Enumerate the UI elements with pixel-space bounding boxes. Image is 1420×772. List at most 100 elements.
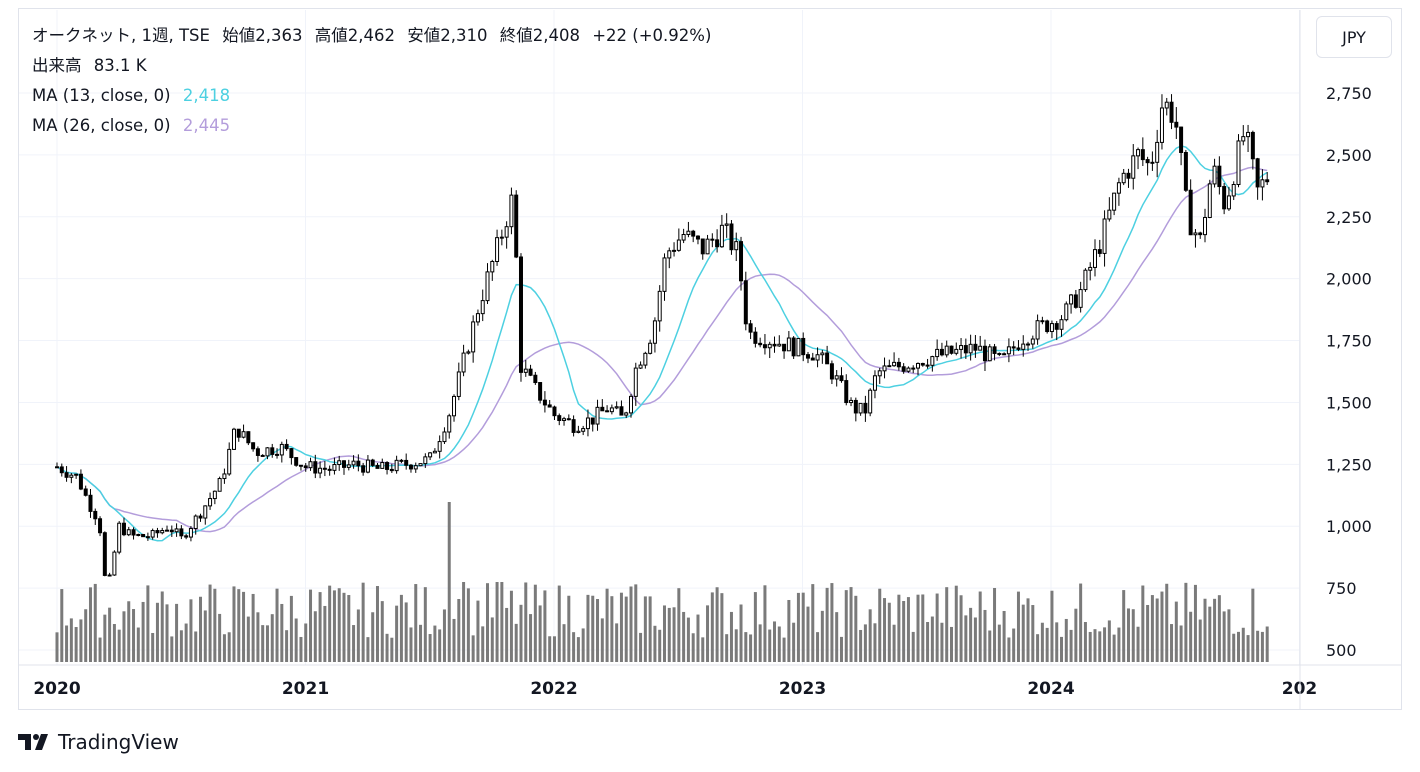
tradingview-brand[interactable]: TradingView [18,730,179,754]
candle-body [131,529,136,536]
candle-body [987,346,992,362]
candle-body [968,343,973,354]
volume-bar [983,609,987,662]
volume-bar [576,637,580,662]
volume-bar [1131,609,1135,662]
volume-bar [825,587,829,662]
candle-body [600,406,605,412]
y-tick-label: 2,000 [1326,270,1372,289]
y-tick-label: 1,250 [1326,455,1372,474]
candle-body [1049,323,1054,333]
candle-body [437,441,442,452]
candle-body [59,466,64,474]
volume-bar [552,636,556,662]
volume-bar [921,594,925,662]
candle-body [815,354,820,361]
candle-body [169,529,174,533]
candle-body [399,459,404,462]
volume-bar [304,623,308,662]
volume-bar [1208,606,1212,662]
candle-body [255,448,260,456]
candle-body [1164,101,1169,109]
candle-body [145,536,150,539]
volume-bar [165,604,169,662]
volume-bar [538,605,542,662]
candle-body [605,410,610,413]
ma13-line [56,145,1268,542]
currency-button[interactable]: JPY [1316,16,1392,58]
volume-bar [1256,630,1260,662]
volume-bar [706,605,710,662]
candle-body [1217,165,1222,188]
candle-body [552,406,557,417]
volume-bar [289,595,293,662]
candle-body [1045,320,1050,333]
brand-name: TradingView [58,730,179,754]
candle-body [475,313,480,323]
volume-bar [433,625,437,662]
volume-bar [533,584,537,662]
volume-bar [801,592,805,662]
volume-bar [342,592,346,662]
candle-body [275,453,280,456]
volume-bar [811,584,815,662]
volume-bar [495,582,499,662]
candle-body [64,472,69,478]
candle-body [518,256,523,373]
volume-bar [619,592,623,662]
candle-body [251,442,256,450]
candle-body [1054,323,1059,330]
legend-volume-row: 出来高 83.1 K [32,55,154,77]
volume-bar [514,623,518,662]
candle-body [1179,126,1184,153]
volume-bar [643,596,647,662]
volume-bar [940,622,944,662]
volume-bar [591,595,595,662]
candle-body [98,518,103,534]
candle-body [1016,347,1021,350]
candle-body [949,345,954,354]
volume-bar [839,636,843,662]
candle-body [361,465,366,473]
candle-body [523,368,528,373]
candle-body [365,459,370,473]
candle-body [217,478,222,492]
volume-bar [916,594,920,662]
candle-body [887,365,892,368]
volume-bar [1150,595,1154,662]
volume-bar [98,637,102,662]
volume-bar [1055,622,1059,662]
candle-body [681,233,686,241]
volume-bar [1093,629,1097,662]
candle-body [1107,209,1112,220]
candle-body [662,257,667,292]
candle-body [1097,249,1102,254]
volume-bar [122,611,126,662]
candle-body [724,223,729,226]
candle-body [1255,158,1260,188]
candle-body [322,467,327,470]
candle-body [136,533,141,536]
candle-body [1011,346,1016,349]
volume-bar [624,596,628,662]
volume-bar [859,629,863,662]
candle-body [327,468,332,471]
volume-bar [194,631,198,662]
volume-bar [1036,634,1040,662]
candle-body [1207,183,1212,218]
volume-bar [275,588,279,662]
candle-body [404,459,409,466]
candle-body [652,320,657,344]
volume-bar [543,590,547,662]
volume-bar [419,624,423,662]
volume-bar [519,604,523,662]
volume-bar [524,582,528,662]
candle-body [112,551,117,576]
candle-body [930,356,935,366]
candle-body [959,345,964,350]
volume-bar [136,627,140,662]
candle-body [1236,140,1241,186]
volume-bar [1213,598,1217,662]
legend-close: 終値2,408 [500,26,580,45]
volume-bar [586,594,590,662]
